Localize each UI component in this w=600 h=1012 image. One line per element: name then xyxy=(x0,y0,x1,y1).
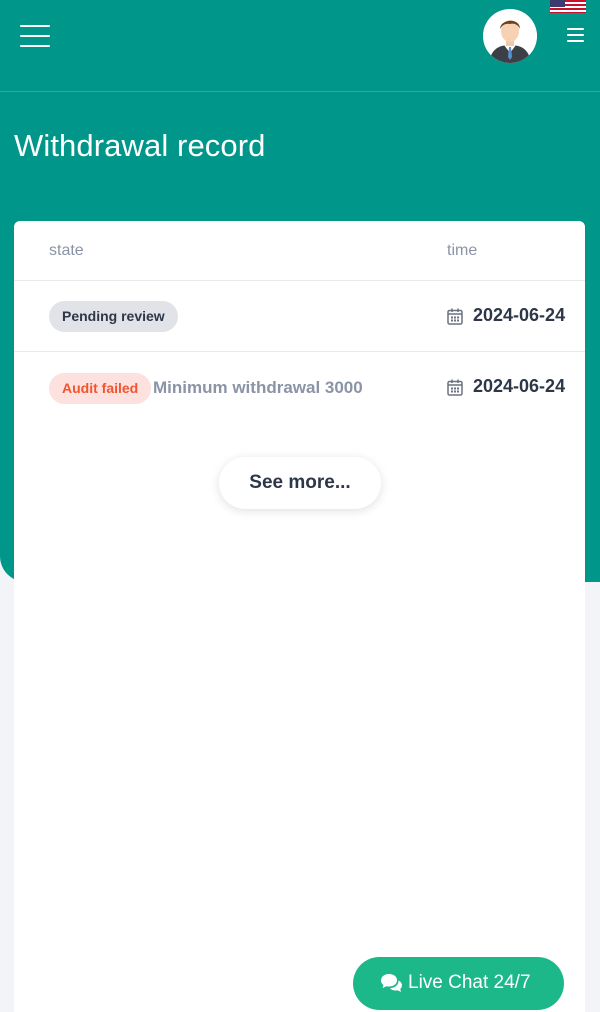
calendar-icon xyxy=(447,379,463,396)
avatar-illustration xyxy=(483,9,537,63)
table-row[interactable]: Pending review 2024-06-24 xyxy=(14,282,585,352)
us-flag-icon[interactable] xyxy=(550,0,586,13)
live-chat-label: Live Chat 24/7 xyxy=(408,972,531,993)
date-text: 2024-06-24 xyxy=(473,376,566,396)
table-header: state time xyxy=(14,221,585,281)
table-row[interactable]: Audit failed Minimum withdrawal 3000 202… xyxy=(14,353,585,423)
column-header-state: state xyxy=(49,242,84,259)
user-avatar[interactable] xyxy=(483,9,537,63)
calendar-icon xyxy=(447,308,463,325)
menu-icon[interactable] xyxy=(567,27,584,43)
page-title: Withdrawal record xyxy=(14,128,266,163)
status-badge-failed: Audit failed xyxy=(49,373,152,404)
live-chat-button[interactable]: Live Chat 24/7 xyxy=(353,957,564,1010)
top-bar xyxy=(0,0,600,92)
status-badge-pending: Pending review xyxy=(49,301,178,332)
chat-bubbles-icon xyxy=(381,974,402,992)
failure-reason: Minimum withdrawal 3000 xyxy=(153,378,363,397)
hamburger-menu-icon[interactable] xyxy=(20,23,50,49)
date-text: 2024-06-24 xyxy=(473,305,566,325)
withdrawal-table-card: state time Pending review 2024-06-24 Aud… xyxy=(14,221,585,1012)
column-header-time: time xyxy=(447,242,478,259)
see-more-button[interactable]: See more... xyxy=(219,457,381,509)
